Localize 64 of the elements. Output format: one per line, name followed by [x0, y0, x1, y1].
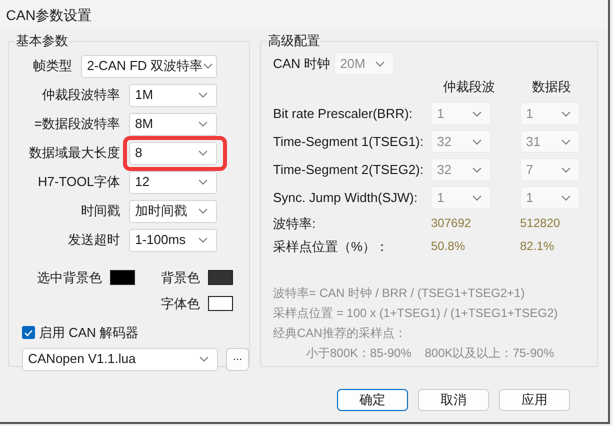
- color-swatch[interactable]: [208, 270, 233, 286]
- field-label: H7-TOOL字体: [38, 173, 120, 192]
- window-title: CAN参数设置: [6, 6, 92, 24]
- field-label: 时间戳: [81, 202, 120, 220]
- color-swatch[interactable]: [110, 270, 135, 286]
- dropdown[interactable]: CANopen V1.1.lua: [22, 348, 218, 370]
- result-value: 50.8%: [431, 238, 466, 255]
- result-value: 82.1%: [520, 238, 556, 255]
- caret-icon: [198, 121, 208, 127]
- caret-icon: [198, 208, 208, 214]
- caret-icon: [561, 194, 571, 200]
- dialog-button[interactable]: 确定: [337, 389, 408, 411]
- caret-icon: [472, 110, 482, 116]
- field-label: 帧类型: [33, 57, 72, 76]
- browse-button[interactable]: ...: [226, 348, 249, 370]
- dropdown[interactable]: 2-CAN FD 双波特率: [81, 54, 217, 78]
- parameter-label: Sync. Jump Width(SJW):: [273, 188, 418, 207]
- caret-icon: [561, 166, 571, 172]
- color-swatch[interactable]: [208, 296, 233, 311]
- group-title: 基本参数: [15, 33, 69, 49]
- caret-icon: [472, 166, 482, 172]
- dialog-button[interactable]: 取消: [418, 389, 489, 411]
- result-label: 采样点位置（%）：: [273, 238, 390, 255]
- field-label: 数据域最大长度: [29, 144, 120, 162]
- caret-icon: [561, 138, 571, 144]
- result-value: 307692: [431, 215, 472, 232]
- caret-icon: [198, 150, 208, 156]
- field-label: CAN 时钟: [273, 54, 330, 73]
- field-label: 发送超时: [68, 231, 120, 250]
- column-header: 仲裁段波: [442, 78, 495, 96]
- note-text: 小于800K：85-90% 800K以及以上：75-90%: [305, 345, 556, 362]
- caret-icon: [375, 60, 386, 66]
- dropdown[interactable]: 1M: [129, 84, 217, 106]
- parameter-label: Bit rate Prescaler(BRR):: [273, 104, 414, 123]
- caret-icon: [199, 356, 209, 362]
- caret-icon: [198, 92, 208, 98]
- note-text: 采样点位置 = 100 x (1+TSEG1) / (1+TSEG1+TSEG2): [273, 305, 559, 322]
- note-text: 波特率= CAN 时钟 / BRR / (TSEG1+TSEG2+1): [273, 285, 526, 302]
- result-value: 512820: [520, 215, 562, 232]
- group-title: 高级配置: [267, 33, 321, 49]
- parameter-label: Time-Segment 2(TSEG2):: [273, 160, 425, 179]
- caret-icon: [561, 110, 571, 116]
- column-header: 数据段: [531, 78, 571, 96]
- caret-icon: [202, 63, 213, 69]
- dropdown[interactable]: 8: [129, 142, 217, 164]
- color-label: 字体色: [161, 294, 200, 312]
- caret-icon: [198, 237, 208, 243]
- dropdown[interactable]: 加时间戳: [129, 200, 217, 222]
- color-label: 选中背景色: [37, 269, 102, 287]
- parameter-label: Time-Segment 1(TSEG1):: [273, 132, 425, 151]
- caret-icon: [472, 194, 482, 200]
- caret-icon: [198, 179, 208, 185]
- caret-icon: [472, 138, 482, 144]
- dropdown[interactable]: 1-100ms: [129, 228, 217, 252]
- result-label: 波特率:: [273, 215, 317, 232]
- field-label: =数据段波特率: [34, 115, 120, 134]
- field-label: 仲裁段波特率: [42, 86, 120, 104]
- dialog-button[interactable]: 应用: [499, 389, 570, 411]
- checkbox-label: 启用 CAN 解码器: [39, 324, 139, 342]
- dropdown[interactable]: 12: [129, 170, 217, 194]
- color-label: 背景色: [161, 269, 200, 287]
- dropdown[interactable]: 8M: [129, 112, 217, 136]
- note-text: 经典CAN推荐的采样点：: [273, 325, 408, 342]
- checkbox[interactable]: [22, 326, 35, 340]
